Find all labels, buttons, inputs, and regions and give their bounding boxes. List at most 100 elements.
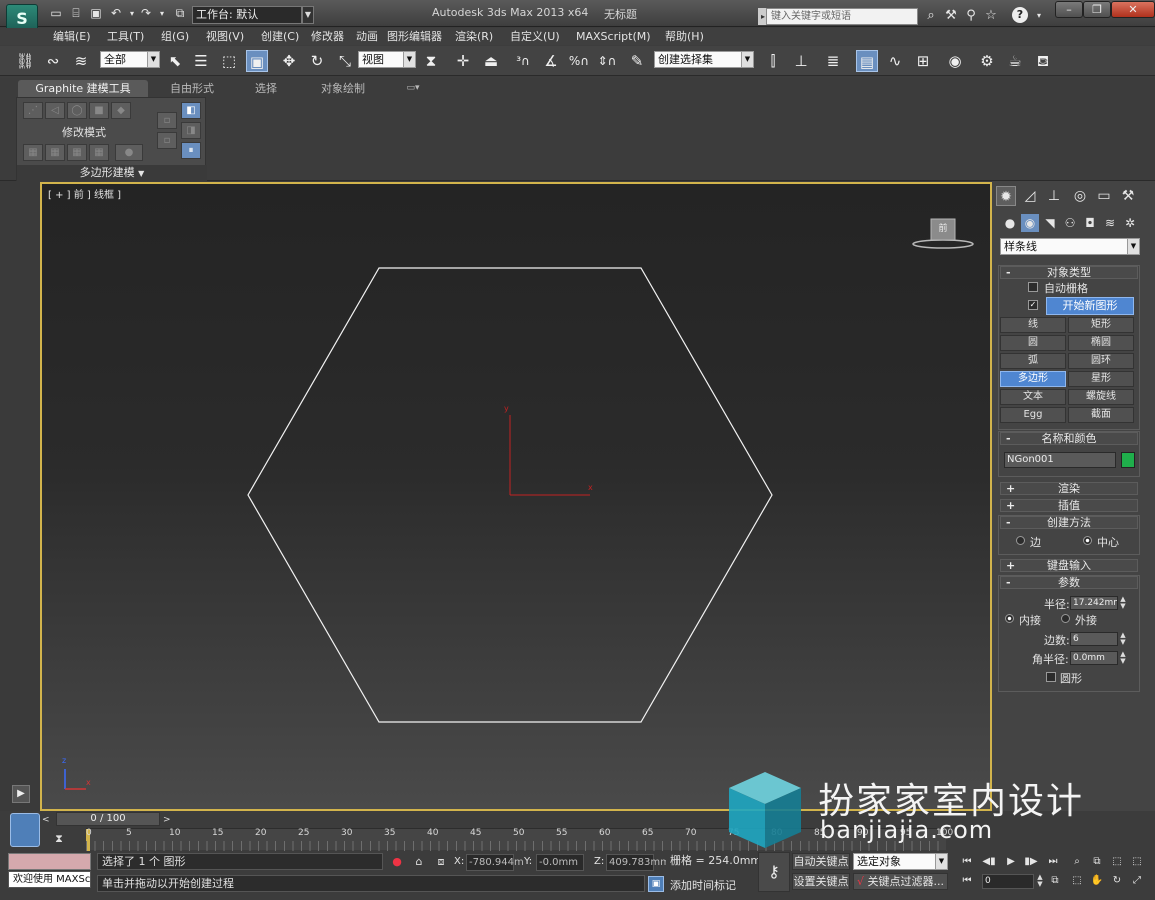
tab-object-paint[interactable]: 对象绘制	[306, 80, 380, 97]
corner-radius-spinner[interactable]: 0.0mm	[1070, 651, 1118, 665]
absolute-mode-icon[interactable]: ⧈	[434, 855, 448, 869]
sides-spinner[interactable]: 6	[1070, 632, 1118, 646]
time-slider-next-icon[interactable]: >	[163, 813, 173, 827]
key-mode-dropdown[interactable]: 选定对象 ▼	[853, 853, 948, 870]
menu-edit[interactable]: 编辑(E)	[53, 28, 91, 45]
menu-modifiers[interactable]: 修改器	[311, 28, 344, 45]
object-type-header[interactable]: - 对象类型	[1000, 266, 1138, 279]
select-object-icon[interactable]: ⬉	[164, 50, 186, 72]
new-file-icon[interactable]: ▭	[48, 6, 64, 21]
search-input[interactable]: 键入关键字或短语	[766, 8, 918, 25]
percent-snap-icon[interactable]: %∩	[568, 50, 590, 72]
space-warps-category-icon[interactable]: ≋	[1101, 214, 1119, 232]
current-frame-field[interactable]: 0	[982, 874, 1034, 889]
tab-graphite-modeling[interactable]: Graphite 建模工具	[18, 80, 148, 97]
geometry-category-icon[interactable]: ●	[1001, 214, 1019, 232]
x-coord-field[interactable]: -780.944m	[466, 854, 524, 871]
maxscript-listener-pink[interactable]	[8, 853, 91, 870]
auto-grid-checkbox[interactable]	[1028, 282, 1038, 292]
favorites-star-icon[interactable]: ☆	[982, 7, 1000, 24]
undo-icon[interactable]: ↶	[108, 6, 124, 21]
radio-circumscribed[interactable]	[1061, 614, 1070, 623]
menu-help[interactable]: 帮助(H)	[665, 28, 704, 45]
shape-button-line[interactable]: 线	[1000, 317, 1066, 333]
help-dropdown-icon[interactable]: ▾	[1030, 7, 1048, 24]
modify-tab-icon[interactable]: ◿	[1020, 186, 1040, 206]
redo-icon[interactable]: ↷	[138, 6, 154, 21]
reference-coordinate-dropdown[interactable]: 视图 ▼	[358, 51, 416, 68]
selection-filter-dropdown[interactable]: 全部 ▼	[100, 51, 160, 68]
next-frame-icon[interactable]: ▮▶	[1022, 854, 1040, 870]
radius-spinner[interactable]: 17.242mm	[1070, 596, 1118, 610]
bind-space-warp-icon[interactable]: ≋	[70, 50, 92, 72]
z-coord-field[interactable]: 409.783mm	[606, 854, 670, 871]
zoom-all-icon[interactable]: ⧉	[1088, 854, 1106, 870]
zoom-extents-all-icon[interactable]: ⬚	[1128, 854, 1146, 870]
rectangular-selection-icon[interactable]: ⬚	[218, 50, 240, 72]
edit-named-selection-icon[interactable]: ✎	[626, 50, 648, 72]
shape-button-arc[interactable]: 弧	[1000, 353, 1066, 369]
orbit-icon[interactable]: ↻	[1108, 873, 1126, 889]
y-coord-field[interactable]: -0.0mm	[536, 854, 584, 871]
shape-button-section[interactable]: 截面	[1068, 407, 1134, 423]
radio-edge[interactable]	[1016, 536, 1025, 545]
shape-button-rectangle[interactable]: 矩形	[1068, 317, 1134, 333]
circular-checkbox[interactable]	[1046, 672, 1056, 682]
snaps-toggle-icon[interactable]: ³∩	[512, 50, 534, 72]
communication-icon[interactable]: ⚲	[962, 7, 980, 24]
keyboard-entry-header[interactable]: + 键盘输入	[1000, 559, 1138, 572]
shape-button-donut[interactable]: 圆环	[1068, 353, 1134, 369]
radio-center[interactable]	[1083, 536, 1092, 545]
select-by-name-icon[interactable]: ☰	[190, 50, 212, 72]
time-slider[interactable]: 0 / 100	[56, 812, 160, 826]
shape-category-dropdown[interactable]: 样条线 ▼	[1000, 238, 1140, 255]
zoom-region-icon[interactable]: ⬚	[1068, 873, 1086, 889]
sides-spinner-arrows-icon[interactable]: ▲ ▼	[1119, 632, 1127, 646]
start-new-shape-button[interactable]: 开始新图形	[1046, 297, 1134, 315]
set-key-big-icon[interactable]: ⚷	[758, 852, 790, 892]
parameters-header[interactable]: - 参数	[1000, 576, 1138, 589]
front-viewport[interactable]: [ + ] 前 ] 线框 ] y x z x 前	[40, 182, 992, 811]
go-to-start-icon[interactable]: ⏮	[958, 854, 976, 870]
shape-button-circle[interactable]: 圆	[1000, 335, 1066, 351]
go-to-end-icon[interactable]: ⏭	[1044, 854, 1062, 870]
selection-lock-icon[interactable]: ⌂	[412, 855, 426, 869]
save-icon[interactable]: ▣	[88, 6, 104, 21]
systems-category-icon[interactable]: ✲	[1121, 214, 1139, 232]
menu-views[interactable]: 视图(V)	[206, 28, 244, 45]
workspace-dropdown-arrow-icon[interactable]: ▼	[302, 6, 314, 24]
menu-tools[interactable]: 工具(T)	[107, 28, 144, 45]
ribbon-tool-3-icon[interactable]: ▦	[67, 144, 87, 161]
ribbon-side-tool-5-icon[interactable]: ⏸	[181, 142, 201, 159]
rendering-header[interactable]: + 渲染	[1000, 482, 1138, 495]
keyboard-shortcut-override-icon[interactable]: ⏏	[480, 50, 502, 72]
create-tab-icon[interactable]: ✹	[996, 186, 1016, 206]
border-mode-icon[interactable]: ◯	[67, 102, 87, 119]
ribbon-tool-5-icon[interactable]: ●	[115, 144, 143, 161]
set-key-button[interactable]: 设置关键点	[792, 873, 850, 890]
menu-rendering[interactable]: 渲染(R)	[455, 28, 493, 45]
element-mode-icon[interactable]: ◆	[111, 102, 131, 119]
shape-button-star[interactable]: 星形	[1068, 371, 1134, 387]
pan-icon[interactable]: ✋	[1088, 873, 1106, 889]
close-button[interactable]: ✕	[1111, 1, 1155, 18]
viewport-expand-icon[interactable]: ▶	[12, 785, 30, 803]
play-icon[interactable]: ▶	[1002, 854, 1020, 870]
menu-group[interactable]: 组(G)	[161, 28, 189, 45]
rendered-frame-window-icon[interactable]: ☕	[1004, 50, 1026, 72]
project-folder-icon[interactable]: ⧉	[172, 6, 188, 21]
align-icon[interactable]: ⊥	[790, 50, 812, 72]
menu-animation[interactable]: 动画	[356, 28, 378, 45]
object-color-swatch[interactable]	[1121, 452, 1135, 468]
previous-frame-icon[interactable]: ◀▮	[980, 854, 998, 870]
ribbon-tool-1-icon[interactable]: ▦	[23, 144, 43, 161]
cameras-category-icon[interactable]: ⚇	[1061, 214, 1079, 232]
pivot-center-icon[interactable]: ⧗	[420, 50, 442, 72]
select-and-scale-icon[interactable]: ⤡	[334, 50, 356, 72]
menu-maxscript[interactable]: MAXScript(M)	[576, 28, 651, 45]
help-icon[interactable]: ?	[1012, 7, 1028, 23]
spinner-snap-icon[interactable]: ⇕∩	[596, 50, 618, 72]
maximize-viewport-icon[interactable]: ⤢	[1128, 873, 1146, 889]
ribbon-tool-4-icon[interactable]: ▦	[89, 144, 109, 161]
ribbon-tool-2-icon[interactable]: ▦	[45, 144, 65, 161]
